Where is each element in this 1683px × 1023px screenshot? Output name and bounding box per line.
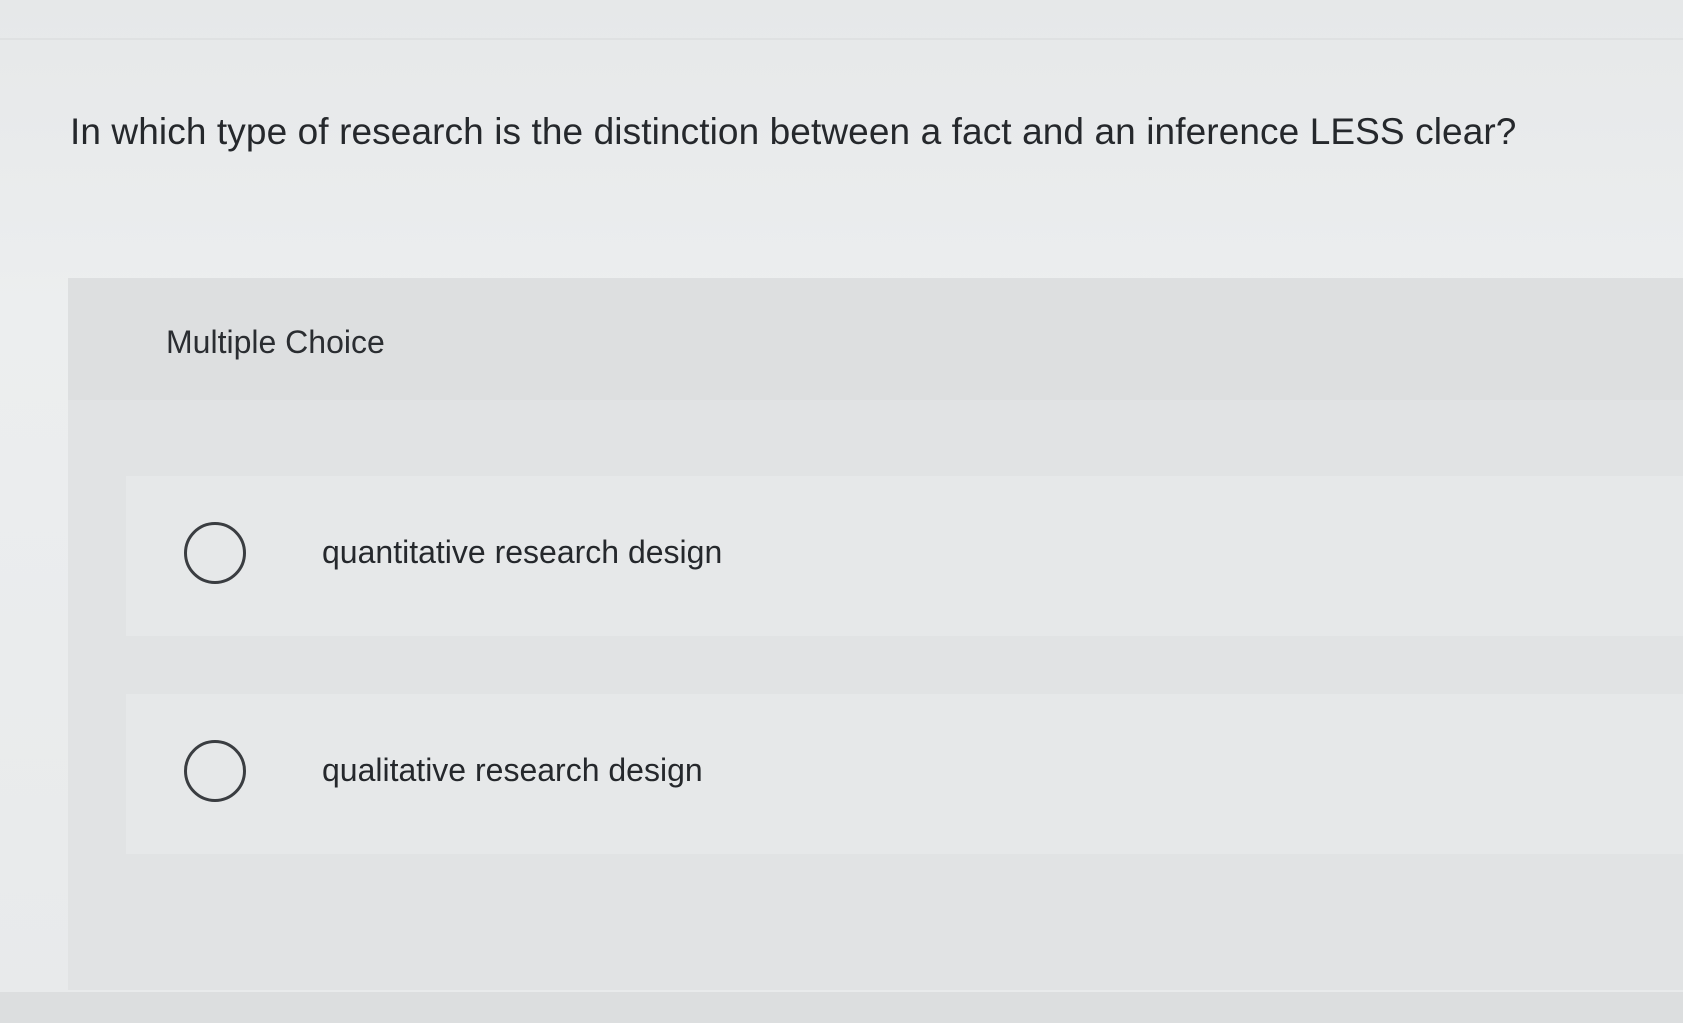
multiple-choice-header: Multiple Choice	[68, 278, 1683, 400]
answer-option-label[interactable]: quantitative research design	[322, 532, 722, 572]
radio-unselected-icon[interactable]	[184, 522, 246, 584]
radio-unselected-icon[interactable]	[184, 740, 246, 802]
quiz-page: In which type of research is the distinc…	[0, 0, 1683, 1023]
multiple-choice-panel: Multiple Choice quantitative research de…	[68, 278, 1683, 990]
question-text: In which type of research is the distinc…	[70, 111, 1517, 152]
answer-option-qualitative[interactable]: qualitative research design	[126, 694, 1683, 854]
answer-option-label[interactable]: qualitative research design	[322, 750, 703, 790]
multiple-choice-label: Multiple Choice	[166, 324, 385, 360]
bottom-band	[0, 992, 1683, 1023]
answer-option-quantitative[interactable]: quantitative research design	[126, 476, 1683, 636]
answer-options: quantitative research design qualitative…	[126, 476, 1683, 854]
top-divider	[0, 38, 1683, 40]
